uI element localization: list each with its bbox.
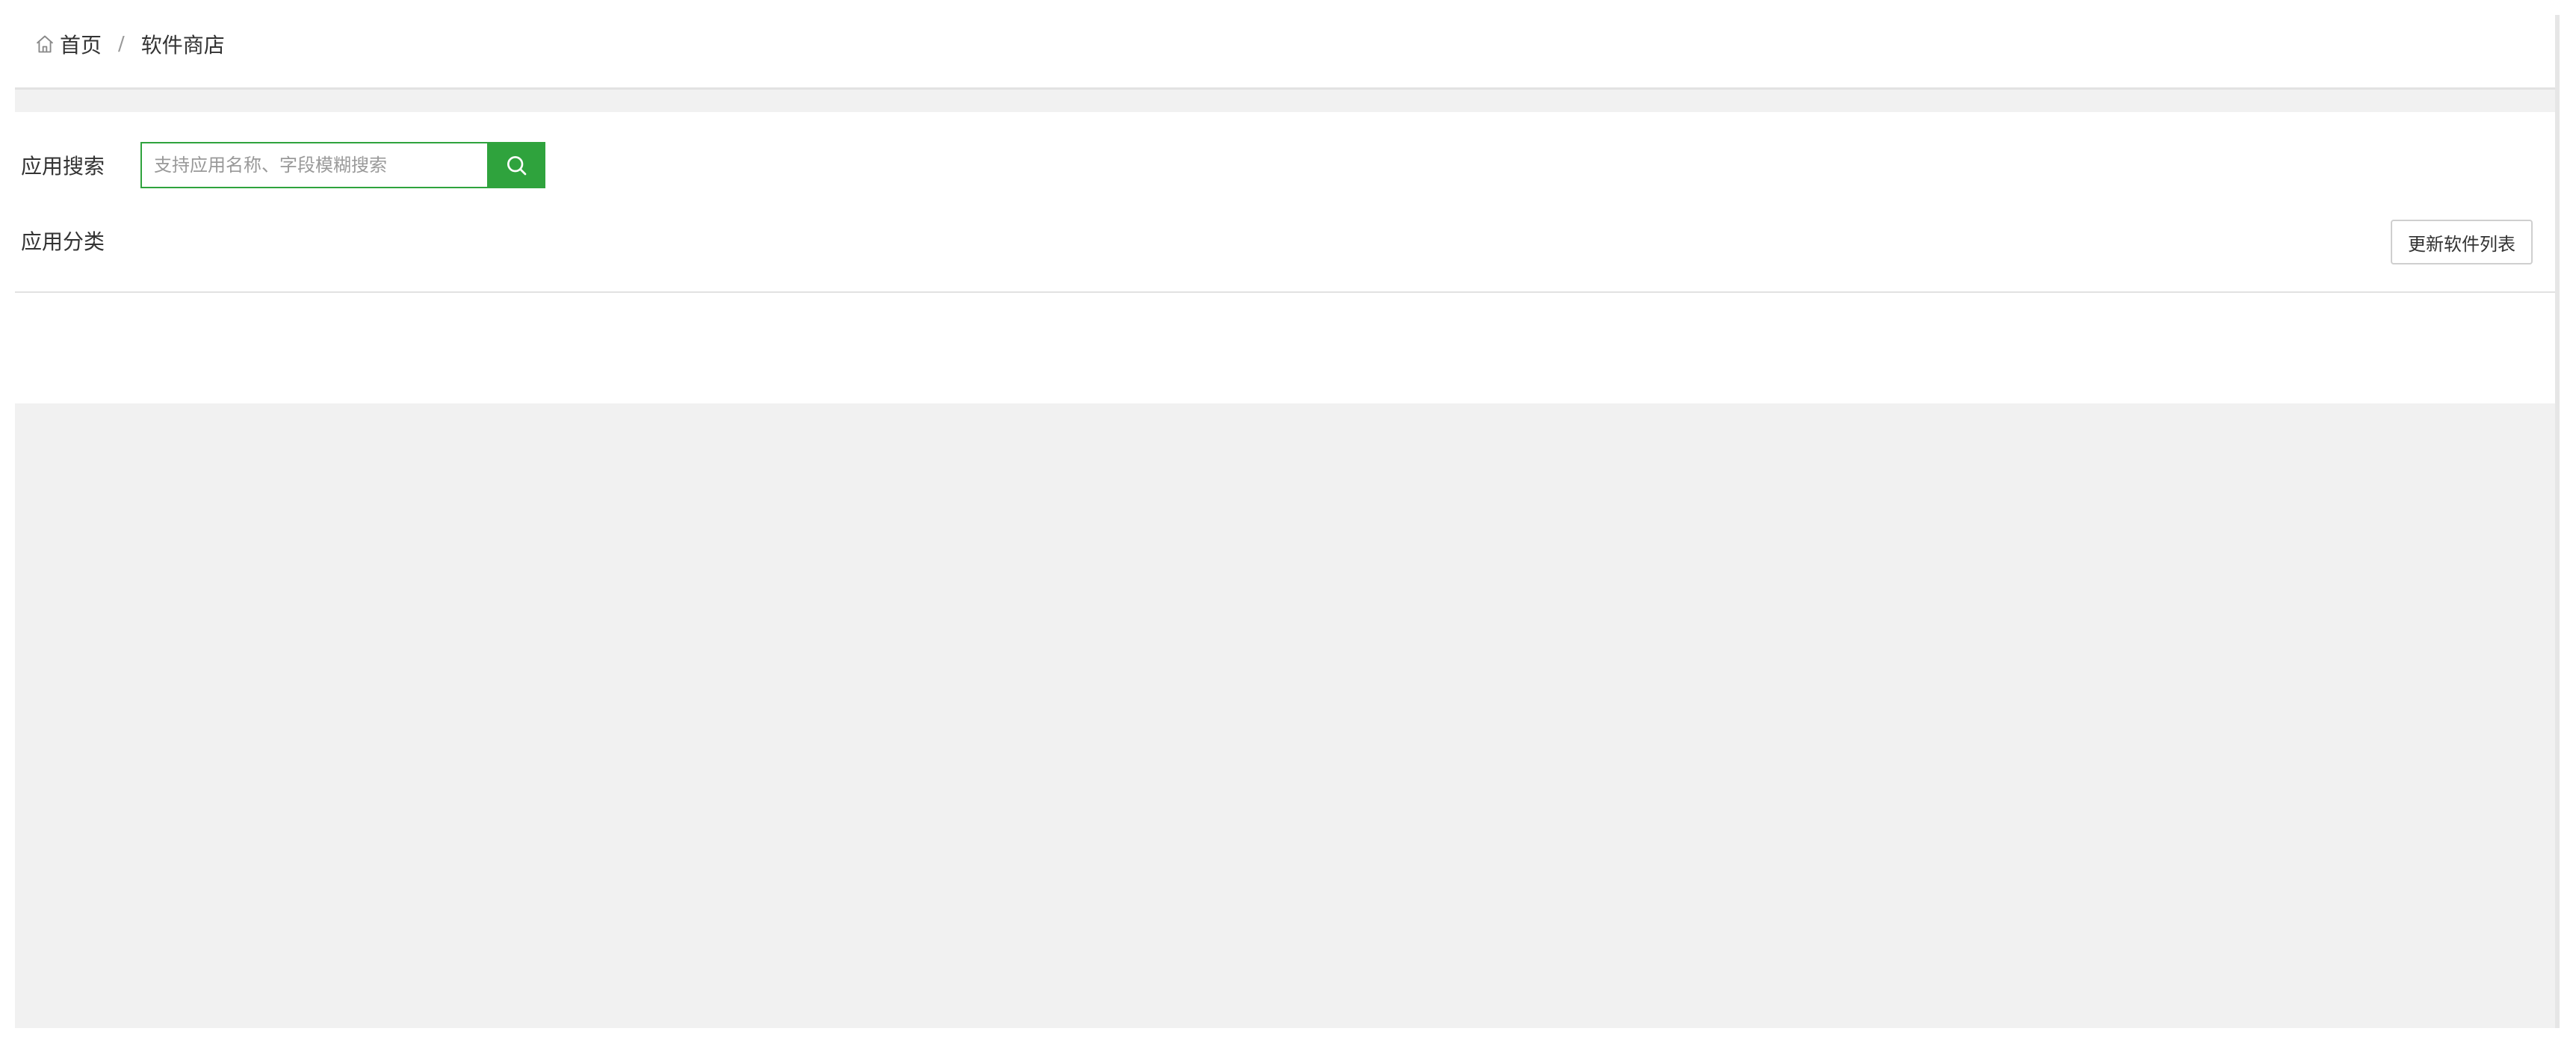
search-input[interactable] <box>140 142 487 188</box>
content-area: 首页 / 软件商店 应用搜索 应用分类 更新软件列 <box>15 0 2555 1028</box>
breadcrumb-separator: / <box>118 32 125 55</box>
breadcrumb-current: 软件商店 <box>140 32 225 58</box>
category-label: 应用分类 <box>21 229 105 254</box>
search-label: 应用搜索 <box>21 154 105 179</box>
search-row: 应用搜索 <box>21 142 545 188</box>
scrollbar-track[interactable] <box>2555 15 2560 1028</box>
breadcrumb-bar: 首页 / 软件商店 <box>15 0 2555 90</box>
search-icon <box>504 153 528 177</box>
software-store-panel: 应用搜索 应用分类 更新软件列表 <box>15 112 2555 403</box>
breadcrumb-home-link[interactable]: 首页 <box>60 29 102 59</box>
update-software-list-button[interactable]: 更新软件列表 <box>2391 220 2533 264</box>
page: 首页 / 软件商店 应用搜索 应用分类 更新软件列 <box>0 0 2576 1043</box>
divider <box>15 291 2555 293</box>
breadcrumb: 首页 / 软件商店 <box>33 29 225 59</box>
search-button[interactable] <box>487 142 545 188</box>
home-icon[interactable] <box>33 32 57 56</box>
